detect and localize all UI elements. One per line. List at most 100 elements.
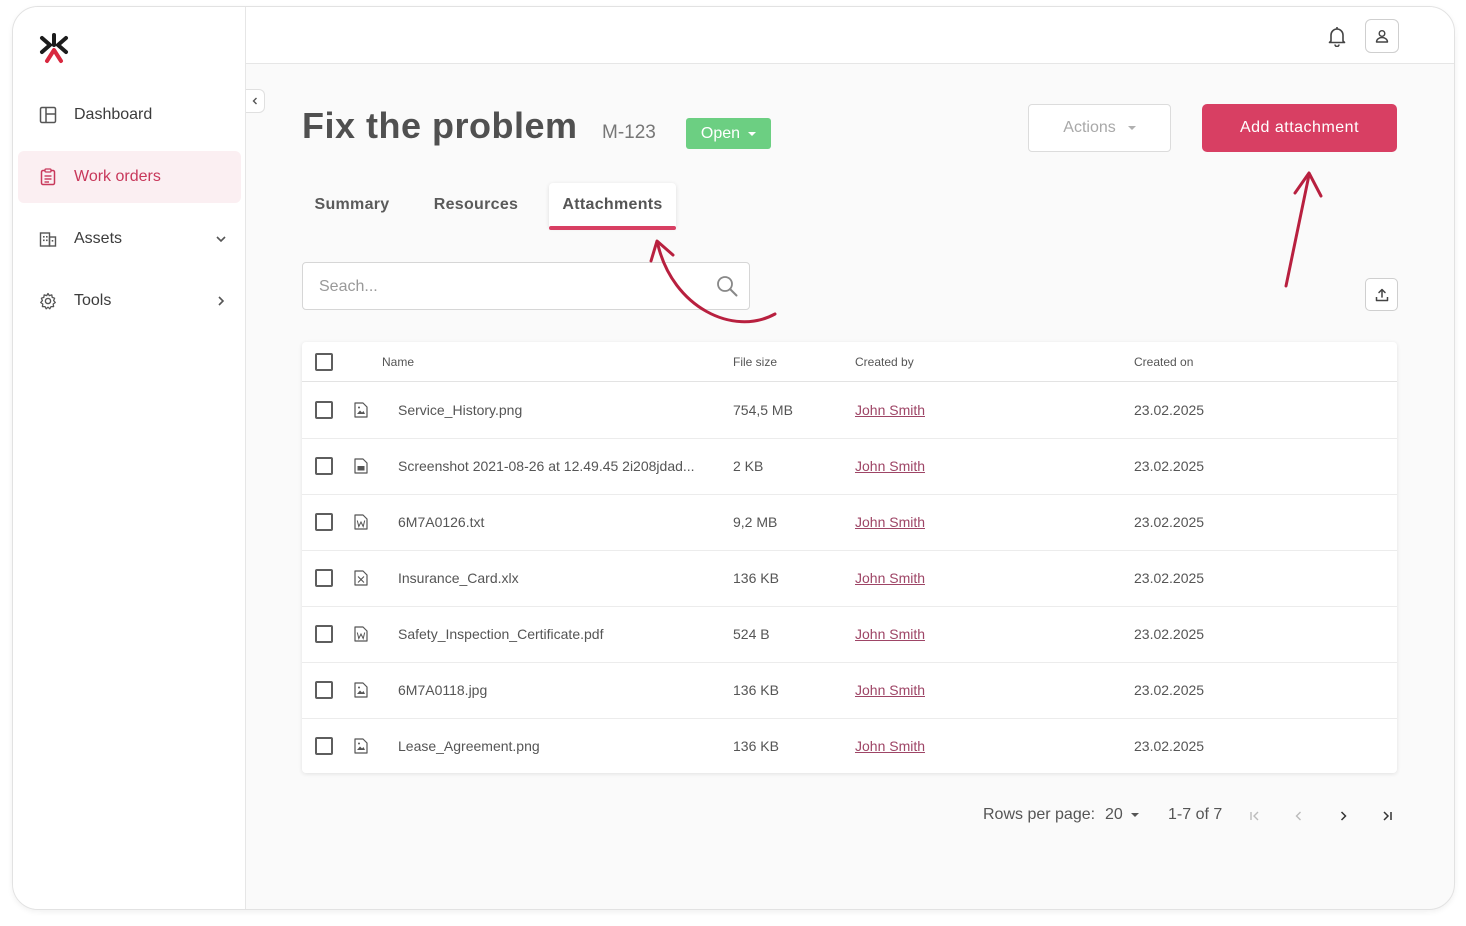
- word-file-icon: [354, 514, 368, 530]
- row-checkbox[interactable]: [315, 401, 333, 419]
- page-title: Fix the problem: [302, 105, 578, 146]
- tab-attachments[interactable]: Attachments: [549, 183, 676, 230]
- header-created-by[interactable]: Created by: [855, 342, 914, 381]
- excel-file-icon: [354, 570, 368, 586]
- row-checkbox[interactable]: [315, 569, 333, 587]
- table-row[interactable]: 6M7A0118.jpg 136 KB John Smith 23.02.2025: [302, 662, 1397, 719]
- table-row[interactable]: 6M7A0126.txt 9,2 MB John Smith 23.02.2025: [302, 494, 1397, 551]
- header-created-on[interactable]: Created on: [1134, 342, 1193, 381]
- header-file-size[interactable]: File size: [733, 342, 777, 381]
- logo-icon: [40, 33, 68, 63]
- work-order-code: M-123: [602, 122, 656, 143]
- sidebar-item-dashboard[interactable]: Dashboard: [18, 89, 241, 141]
- file-size: 136 KB: [733, 682, 779, 698]
- row-checkbox[interactable]: [315, 681, 333, 699]
- header-name[interactable]: Name: [382, 342, 482, 382]
- file-name: Screenshot 2021-08-26 at 12.49.45 2i208j…: [398, 458, 695, 474]
- chevron-right-icon: [1340, 811, 1347, 821]
- row-checkbox[interactable]: [315, 513, 333, 531]
- first-page-icon: [1250, 811, 1259, 821]
- created-on: 23.02.2025: [1134, 570, 1205, 586]
- created-on: 23.02.2025: [1134, 402, 1205, 418]
- file-name: 6M7A0126.txt: [398, 514, 485, 530]
- caret-down-icon: [748, 131, 757, 136]
- created-on: 23.02.2025: [1134, 682, 1205, 698]
- table-row[interactable]: Service_History.png 754,5 MB John Smith 23.…: [302, 382, 1397, 439]
- created-on: 23.02.2025: [1134, 458, 1205, 474]
- created-by-link[interactable]: John Smith: [855, 402, 925, 418]
- document-file-icon: [354, 458, 368, 474]
- sidebar-item-label: Tools: [74, 292, 112, 309]
- rows-per-page-value: 20: [1105, 806, 1123, 823]
- bell-icon[interactable]: [1326, 25, 1348, 47]
- gear-icon: [38, 291, 58, 311]
- table-row[interactable]: Lease_Agreement.png 136 KB John Smith 23.02…: [302, 718, 1397, 774]
- table-row[interactable]: Insurance_Card.xlx 136 KB John Smith 23.02.…: [302, 550, 1397, 607]
- annotation-arrow-add: [1284, 173, 1311, 288]
- tab-summary[interactable]: Summary: [302, 183, 402, 227]
- table-header: Name File size Created by Created on: [302, 342, 1397, 382]
- previous-page-button[interactable]: [1289, 806, 1309, 826]
- actions-label: Actions: [1063, 119, 1116, 136]
- first-page-button[interactable]: [1245, 806, 1265, 826]
- sidebar-item-label: Assets: [74, 230, 123, 247]
- file-name: 6M7A0118.jpg: [398, 682, 488, 698]
- last-page-button[interactable]: [1377, 806, 1397, 826]
- file-size: 9,2 MB: [733, 514, 778, 530]
- file-name: Lease_Agreement.png: [398, 738, 540, 754]
- page-range: 1-7 of 7: [1168, 806, 1223, 823]
- attachments-table: Name File size Created by Created on Ser…: [302, 342, 1397, 773]
- sidebar-item-assets[interactable]: Assets: [18, 213, 241, 265]
- next-page-button[interactable]: [1333, 806, 1353, 826]
- row-checkbox[interactable]: [315, 625, 333, 643]
- building-icon: [38, 229, 58, 249]
- search-box: [302, 262, 750, 311]
- dashboard-icon: [38, 105, 58, 125]
- sidebar-item-label: Dashboard: [74, 106, 153, 123]
- chevron-left-icon: [252, 97, 257, 105]
- row-checkbox[interactable]: [315, 737, 333, 755]
- last-page-icon: [1383, 811, 1392, 821]
- table-row[interactable]: Screenshot 2021-08-26 at 12.49.45 2i208j…: [302, 438, 1397, 495]
- chevron-left-icon: [1295, 811, 1301, 821]
- caret-down-icon: [1127, 126, 1136, 130]
- user-menu-button[interactable]: [1365, 19, 1399, 53]
- rows-per-page-select[interactable]: 20: [1105, 803, 1139, 827]
- caret-down-icon: [1130, 813, 1139, 817]
- top-bar: [246, 7, 1454, 64]
- created-on: 23.02.2025: [1134, 738, 1205, 754]
- created-on: 23.02.2025: [1134, 626, 1205, 642]
- search-icon[interactable]: [715, 274, 739, 298]
- tab-resources[interactable]: Resources: [423, 183, 529, 227]
- word-file-icon: [354, 626, 368, 642]
- status-dropdown[interactable]: Open: [686, 118, 771, 149]
- add-attachment-button[interactable]: Add attachment: [1202, 104, 1397, 152]
- created-by-link[interactable]: John Smith: [855, 738, 925, 754]
- upload-button[interactable]: [1365, 278, 1398, 311]
- sidebar-item-tools[interactable]: Tools: [18, 275, 241, 327]
- collapse-sidebar-button[interactable]: [246, 89, 265, 113]
- annotation-arrowhead-add: [1293, 171, 1323, 198]
- sidebar-item-label: Work orders: [74, 168, 161, 185]
- search-input[interactable]: [317, 263, 701, 311]
- row-checkbox[interactable]: [315, 457, 333, 475]
- select-all-checkbox[interactable]: [315, 352, 333, 371]
- created-by-link[interactable]: John Smith: [855, 514, 925, 530]
- created-by-link[interactable]: John Smith: [855, 570, 925, 586]
- actions-dropdown[interactable]: Actions: [1028, 104, 1171, 152]
- created-by-link[interactable]: John Smith: [855, 458, 925, 474]
- image-file-icon: [354, 682, 368, 698]
- file-name: Safety_Inspection_Certificate.pdf: [398, 626, 604, 642]
- sidebar: Dashboard Work orders Assets Tools: [13, 7, 246, 909]
- file-size: 754,5 MB: [733, 402, 793, 418]
- created-by-link[interactable]: John Smith: [855, 626, 925, 642]
- rows-per-page-label: Rows per page:: [983, 806, 1096, 823]
- file-size: 136 KB: [733, 738, 779, 754]
- created-by-link[interactable]: John Smith: [855, 682, 925, 698]
- upload-icon: [1375, 288, 1388, 301]
- sidebar-item-work-orders[interactable]: Work orders: [18, 151, 241, 203]
- table-row[interactable]: Safety_Inspection_Certificate.pdf 524 B Jo…: [302, 606, 1397, 663]
- image-file-icon: [354, 402, 368, 418]
- user-icon: [1375, 30, 1389, 43]
- app-window: Dashboard Work orders Assets Tools Fix t…: [12, 6, 1455, 910]
